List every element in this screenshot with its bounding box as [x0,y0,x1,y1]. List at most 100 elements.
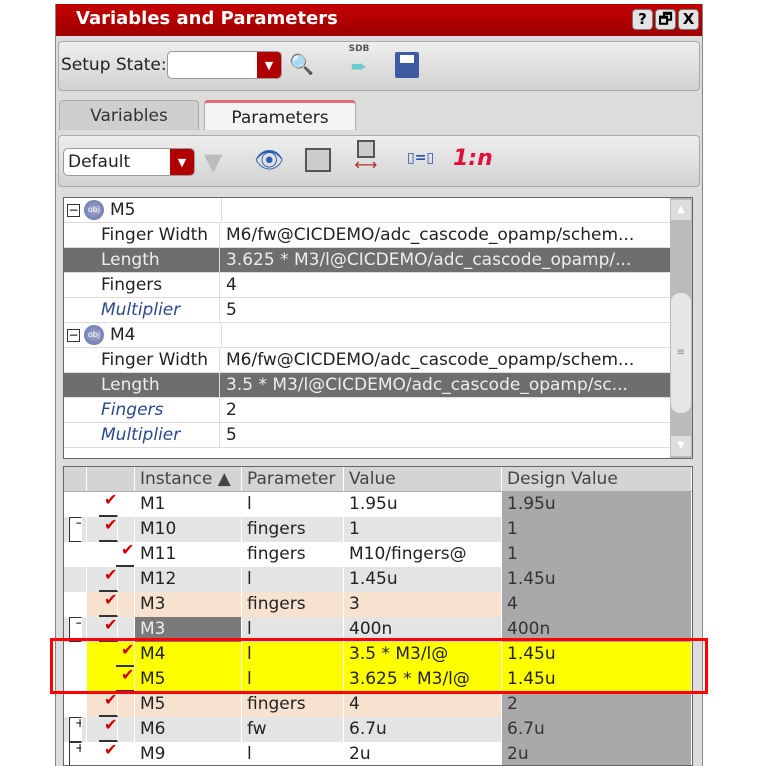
cell-parameter[interactable]: fingers [242,517,344,542]
table-row[interactable]: + ✔ M6 fw 6.7u 6.7u [64,717,692,742]
cell-instance[interactable]: M12 [135,567,242,592]
tree-scrollbar[interactable]: ▲ ≡ ▼ [670,198,692,458]
chevron-down-icon[interactable]: ▼ [257,52,281,78]
row-checkbox[interactable]: ✔ [87,492,135,517]
cell-instance[interactable]: M11 [135,542,242,567]
table-row[interactable]: − ✔ M10 fingers 1 1 [64,517,692,542]
sdb-import-icon[interactable]: SDB ➨ [339,44,379,78]
table-row[interactable]: ✔ M12 l 1.45u 1.45u [64,567,692,592]
cell-instance[interactable]: M3 [135,592,242,617]
cell-value[interactable]: 2u [344,742,502,765]
table-row[interactable]: ✔ M11 fingers M10/fingers@ 1 [64,542,692,567]
check-icon[interactable]: ✔ [99,592,119,617]
property-value[interactable]: 3.5 * M3/l@CICDEMO/adc_cascode_opamp/sc.… [221,373,670,397]
tab-variables[interactable]: Variables [59,100,199,130]
expand-icon[interactable]: + [69,717,82,742]
cell-value[interactable]: 1 [344,517,502,542]
cell-parameter[interactable]: l [242,492,344,517]
collapse-icon[interactable]: − [69,517,82,542]
header-value[interactable]: Value [344,467,502,491]
row-checkbox[interactable]: ✔ [87,742,135,765]
header-expand [64,467,87,491]
cell-parameter[interactable]: fingers [242,542,344,567]
table-row[interactable]: ✔ M3 fingers 3 4 [64,592,692,617]
property-row[interactable]: Multiplier 5 [64,423,670,448]
one-to-n-icon[interactable]: 1:n [453,146,493,171]
table-row[interactable]: + ✔ M9 l 2u 2u [64,742,692,765]
view-combo[interactable]: Default ▼ [63,148,195,176]
property-grid-icon[interactable] [305,148,331,172]
resize-columns-icon[interactable]: ⟷ [349,140,383,173]
help-button[interactable]: ? [632,9,653,30]
scroll-thumb[interactable]: ≡ [671,293,691,413]
chevron-down-icon[interactable]: ▼ [170,149,194,175]
header-parameter[interactable]: Parameter [242,467,344,491]
cell-design-value: 4 [502,592,692,617]
row-checkbox[interactable]: ✔ [87,692,135,717]
equal-bind-icon[interactable]: ▯=▯ [407,150,434,166]
cell-value[interactable]: 1.95u [344,492,502,517]
header-check [87,467,135,491]
cell-parameter[interactable]: l [242,742,344,765]
property-value[interactable]: M6/fw@CICDEMO/adc_cascode_opamp/schem... [221,348,670,372]
property-value[interactable]: 5 [221,298,670,322]
cell-instance[interactable]: M5 [135,692,242,717]
expand-icon[interactable]: + [69,742,82,765]
property-value[interactable]: 4 [221,273,670,297]
cell-value[interactable]: 1.45u [344,567,502,592]
row-checkbox[interactable]: ✔ [87,592,135,617]
property-value[interactable]: 5 [221,423,670,447]
row-checkbox[interactable]: ✔ [87,542,135,567]
property-row[interactable]: Finger Width M6/fw@CICDEMO/adc_cascode_op… [64,223,670,248]
save-icon[interactable] [395,52,419,78]
collapse-icon[interactable]: − [67,328,80,342]
row-checkbox[interactable]: ✔ [87,717,135,742]
compare-magnify-icon[interactable]: 🔍 [289,52,314,76]
scroll-down-icon[interactable]: ▼ [671,436,691,456]
scroll-up-icon[interactable]: ▲ [671,200,691,220]
table-row[interactable]: ✔ M1 l 1.95u 1.95u [64,492,692,517]
check-icon[interactable]: ✔ [99,492,119,517]
tree-instance-M4[interactable]: − obj M4 [64,323,670,348]
property-row[interactable]: Finger Width M6/fw@CICDEMO/adc_cascode_op… [64,348,670,373]
eye-icon[interactable]: 👁 [254,146,284,174]
tab-parameters[interactable]: Parameters [204,100,356,130]
check-icon[interactable]: ✔ [99,517,119,542]
cell-value[interactable]: 3 [344,592,502,617]
check-icon[interactable]: ✔ [99,567,119,592]
property-row[interactable]: Fingers 4 [64,273,670,298]
collapse-icon[interactable]: − [67,203,80,217]
setup-state-combo[interactable]: ▼ [167,51,282,79]
cell-value[interactable]: 4 [344,692,502,717]
property-row[interactable]: Length 3.625 * M3/l@CICDEMO/adc_cascode_o… [64,248,670,273]
header-instance[interactable]: Instance ▲ [135,467,242,491]
property-value[interactable]: 3.625 * M3/l@CICDEMO/adc_cascode_opamp/.… [221,248,670,272]
table-row[interactable]: ✔ M5 fingers 4 2 [64,692,692,717]
cell-instance[interactable]: M10 [135,517,242,542]
property-value[interactable]: M6/fw@CICDEMO/adc_cascode_opamp/schem... [221,223,670,247]
property-row[interactable]: Fingers 2 [64,398,670,423]
cell-parameter[interactable]: l [242,567,344,592]
float-button[interactable]: 🗗 [655,9,676,30]
property-row[interactable]: Length 3.5 * M3/l@CICDEMO/adc_cascode_opa… [64,373,670,398]
cell-value[interactable]: M10/fingers@ [344,542,502,567]
cell-value[interactable]: 6.7u [344,717,502,742]
header-design-value[interactable]: Design Value [502,467,692,491]
row-checkbox[interactable]: ✔ [87,567,135,592]
row-checkbox[interactable]: ✔ [87,517,135,542]
cell-parameter[interactable]: fingers [242,592,344,617]
cell-instance[interactable]: M6 [135,717,242,742]
cell-parameter[interactable]: fingers [242,692,344,717]
close-button[interactable]: X [678,9,699,30]
tree-instance-M5[interactable]: − obj M5 [64,198,670,223]
filter-icon[interactable]: ▼ [204,148,222,176]
cell-parameter[interactable]: fw [242,717,344,742]
cell-instance[interactable]: M1 [135,492,242,517]
cell-instance[interactable]: M9 [135,742,242,765]
property-value[interactable]: 2 [221,398,670,422]
property-row[interactable]: Multiplier 5 [64,298,670,323]
check-icon[interactable]: ✔ [99,742,119,765]
check-icon[interactable]: ✔ [99,692,119,717]
check-icon[interactable]: ✔ [99,717,119,742]
check-icon[interactable]: ✔ [116,542,134,567]
